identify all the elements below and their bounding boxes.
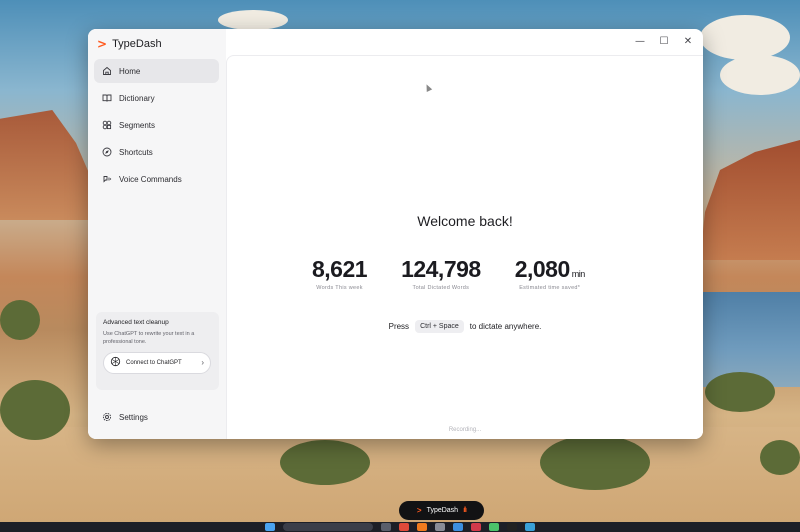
recording-status: Recording... — [448, 427, 482, 433]
typedash-floating-pill[interactable]: > TypeDash ıllı — [399, 501, 484, 520]
stat-label: Words This week — [316, 285, 363, 291]
connect-chatgpt-button[interactable]: Connect to ChatGPT › — [103, 351, 211, 374]
sidebar-item-label: Home — [119, 66, 141, 76]
sidebar-item-settings[interactable]: Settings — [102, 412, 148, 422]
sidebar-item-label: Voice Commands — [119, 174, 182, 184]
stats-row: 8,621 Words This week 124,798 Total Dict… — [312, 256, 585, 291]
welcome-heading: Welcome back! — [417, 213, 513, 229]
wallpaper-bush — [0, 380, 70, 440]
stat-label: Estimated time saved* — [519, 285, 581, 291]
minimize-button[interactable]: — — [631, 33, 649, 49]
wallpaper-bush — [280, 440, 370, 485]
app-logo-icon: > — [416, 506, 422, 515]
taskbar-app-icon[interactable] — [507, 523, 517, 531]
stat-value: 8,621 — [312, 256, 368, 283]
app-logo-icon: > — [97, 37, 108, 51]
stat-unit: min — [571, 269, 586, 279]
sidebar-item-dictionary[interactable]: Dictionary — [94, 86, 219, 110]
promo-title: Advanced text cleanup — [103, 319, 169, 326]
chevron-right-icon: › — [201, 358, 204, 368]
sidebar: > TypeDash Home Dictionary Segments Shor… — [88, 29, 226, 439]
taskbar — [0, 522, 800, 532]
pill-label: TypeDash — [426, 507, 459, 514]
sidebar-item-label: Segments — [119, 120, 156, 130]
home-icon — [102, 66, 112, 76]
stat-number: 8,621 — [312, 256, 368, 282]
sidebar-item-home[interactable]: Home — [94, 59, 219, 83]
promo-card: Advanced text cleanup Use ChatGPT to rew… — [96, 312, 219, 390]
promo-text: Use ChatGPT to rewrite your text in a pr… — [103, 331, 195, 345]
sidebar-item-label: Dictionary — [119, 93, 155, 103]
sidebar-nav: Home Dictionary Segments Shortcuts Voice… — [94, 59, 219, 194]
wallpaper-cloud — [700, 15, 790, 60]
wallpaper-cloud — [218, 10, 288, 30]
wallpaper-cloud — [720, 55, 800, 95]
main-panel: Welcome back! 8,621 Words This week 124,… — [226, 55, 703, 439]
taskbar-app-icon[interactable] — [525, 523, 535, 531]
close-button[interactable]: ✕ — [679, 33, 697, 49]
compass-icon — [102, 147, 112, 157]
stat-number: 124,798 — [401, 256, 481, 282]
wallpaper-bush — [540, 435, 650, 490]
dictation-hint: Press Ctrl + Space to dictate anywhere. — [227, 320, 703, 333]
taskbar-app-icon[interactable] — [453, 523, 463, 531]
hint-prefix: Press — [388, 322, 410, 331]
wallpaper-bush — [705, 372, 775, 412]
sidebar-item-shortcuts[interactable]: Shortcuts — [94, 140, 219, 164]
taskbar-search[interactable] — [283, 523, 373, 531]
stat-label: Total Dictated Words — [412, 285, 470, 291]
hint-suffix: to dictate anywhere. — [469, 322, 542, 331]
stat-words-this-week: 8,621 Words This week — [312, 256, 368, 291]
stat-total-dictated-words: 124,798 Total Dictated Words — [401, 256, 481, 291]
app-title: TypeDash — [112, 38, 162, 50]
windows-start-icon[interactable] — [265, 523, 275, 531]
taskbar-app-icon[interactable] — [471, 523, 481, 531]
stat-value: 2,080 min — [514, 256, 586, 283]
shortcut-keycap: Ctrl + Space — [415, 320, 464, 333]
wallpaper-mesa — [700, 140, 800, 260]
taskbar-app-icon[interactable] — [435, 523, 445, 531]
taskbar-app-icon[interactable] — [417, 523, 427, 531]
window-controls: — ☐ ✕ — [631, 33, 697, 49]
book-icon — [102, 93, 112, 103]
stat-number: 2,080 — [514, 256, 571, 282]
wallpaper-bush — [0, 300, 40, 340]
waveform-icon: ıllı — [463, 507, 467, 514]
sidebar-item-label: Shortcuts — [119, 147, 153, 157]
openai-icon — [110, 356, 121, 369]
taskbar-app-icon[interactable] — [381, 523, 391, 531]
voice-command-icon — [102, 174, 112, 184]
brand: > TypeDash — [97, 37, 162, 51]
settings-label: Settings — [119, 412, 148, 422]
wallpaper-bush — [760, 440, 800, 475]
segments-icon — [102, 120, 112, 130]
maximize-button[interactable]: ☐ — [655, 33, 673, 49]
wallpaper-mesa — [0, 110, 95, 220]
sidebar-item-voice-commands[interactable]: Voice Commands — [94, 167, 219, 191]
stat-value: 124,798 — [401, 256, 481, 283]
connect-chatgpt-label: Connect to ChatGPT — [126, 359, 182, 366]
taskbar-app-icon[interactable] — [399, 523, 409, 531]
taskbar-app-icon[interactable] — [489, 523, 499, 531]
gear-icon — [102, 412, 112, 422]
sidebar-item-segments[interactable]: Segments — [94, 113, 219, 137]
app-window: > TypeDash Home Dictionary Segments Shor… — [88, 29, 703, 439]
stat-time-saved: 2,080 min Estimated time saved* — [514, 256, 586, 291]
